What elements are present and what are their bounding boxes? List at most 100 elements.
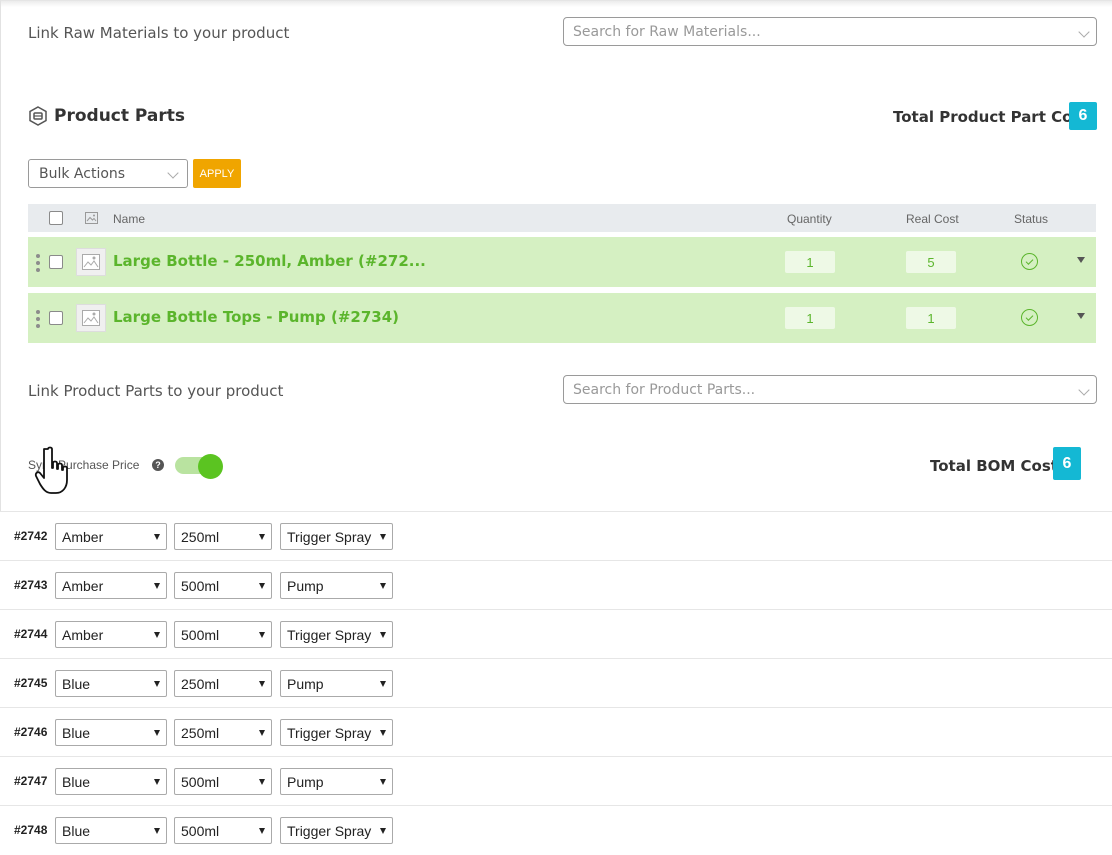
caret-down-icon[interactable] [1077, 313, 1085, 319]
size-select-value: 500ml [181, 578, 220, 594]
size-select-value: 250ml [181, 676, 220, 692]
variation-id: #2743 [14, 578, 48, 592]
top-select-value: Trigger Spray [287, 725, 372, 741]
select-all-checkbox[interactable] [49, 211, 63, 225]
column-quantity[interactable]: Quantity [787, 212, 832, 226]
product-parts-title: Product Parts [28, 106, 185, 126]
table-row[interactable]: Large Bottle Tops - Pump (#2734) 1 1 [28, 293, 1096, 343]
top-select[interactable]: Pump [280, 670, 393, 697]
check-circle-icon [1021, 253, 1038, 270]
size-select[interactable]: 250ml [174, 523, 272, 550]
caret-down-icon [154, 681, 160, 687]
variation-row: #2744 Amber 500ml Trigger Spray [0, 609, 1112, 659]
caret-down-icon [154, 779, 160, 785]
color-select[interactable]: Amber [55, 621, 167, 648]
top-select[interactable]: Pump [280, 768, 393, 795]
part-name-link[interactable]: Large Bottle Tops - Pump (#2734) [113, 308, 399, 326]
caret-down-icon [154, 534, 160, 540]
size-select[interactable]: 500ml [174, 817, 272, 844]
color-select[interactable]: Amber [55, 523, 167, 550]
bulk-actions-label: Bulk Actions [39, 166, 126, 182]
color-select[interactable]: Blue [55, 719, 167, 746]
chevron-down-icon [167, 167, 179, 179]
real-cost-field[interactable]: 5 [906, 251, 956, 273]
bulk-actions-select[interactable]: Bulk Actions [28, 159, 188, 188]
top-select[interactable]: Trigger Spray [280, 817, 393, 844]
top-select[interactable]: Pump [280, 572, 393, 599]
column-name[interactable]: Name [113, 212, 145, 226]
size-select-value: 250ml [181, 725, 220, 741]
top-select[interactable]: Trigger Spray [280, 621, 393, 648]
size-select[interactable]: 500ml [174, 621, 272, 648]
quantity-field[interactable]: 1 [785, 307, 835, 329]
product-parts-link-label: Link Product Parts to your product [28, 382, 284, 400]
caret-down-icon [154, 730, 160, 736]
total-bom-cost-badge: 6 [1053, 447, 1081, 480]
color-select-value: Amber [62, 529, 104, 545]
variation-id: #2747 [14, 774, 48, 788]
row-checkbox[interactable] [49, 311, 63, 325]
color-select-value: Blue [62, 725, 91, 741]
color-select[interactable]: Amber [55, 572, 167, 599]
real-cost-field[interactable]: 1 [906, 307, 956, 329]
table-row[interactable]: Large Bottle - 250ml, Amber (#272... 1 5 [28, 237, 1096, 287]
color-select[interactable]: Blue [55, 768, 167, 795]
top-select-value: Pump [287, 578, 324, 594]
variation-id: #2744 [14, 627, 48, 641]
size-select-value: 250ml [181, 529, 220, 545]
column-status[interactable]: Status [1014, 212, 1048, 226]
size-select[interactable]: 500ml [174, 572, 272, 599]
size-select[interactable]: 250ml [174, 670, 272, 697]
caret-down-icon[interactable] [1077, 257, 1085, 263]
column-real-cost[interactable]: Real Cost [906, 212, 959, 226]
hand-cursor-icon [34, 446, 68, 494]
raw-materials-search-placeholder: Search for Raw Materials... [573, 24, 761, 40]
product-parts-search-placeholder: Search for Product Parts... [573, 382, 756, 398]
part-name-link[interactable]: Large Bottle - 250ml, Amber (#272... [113, 252, 426, 270]
caret-down-icon [380, 779, 386, 785]
color-select-value: Blue [62, 676, 91, 692]
top-select-value: Trigger Spray [287, 529, 372, 545]
image-placeholder-icon [76, 304, 106, 332]
color-select-value: Blue [62, 774, 91, 790]
size-select[interactable]: 250ml [174, 719, 272, 746]
help-icon[interactable]: ? [152, 459, 164, 471]
top-select-value: Pump [287, 774, 324, 790]
raw-materials-search[interactable]: Search for Raw Materials... [563, 17, 1097, 46]
variation-row: #2746 Blue 250ml Trigger Spray [0, 707, 1112, 757]
color-select[interactable]: Blue [55, 817, 167, 844]
size-select[interactable]: 500ml [174, 768, 272, 795]
row-checkbox[interactable] [49, 255, 63, 269]
top-select[interactable]: Trigger Spray [280, 719, 393, 746]
top-select-value: Trigger Spray [287, 823, 372, 839]
caret-down-icon [259, 681, 265, 687]
drag-handle-icon[interactable] [36, 310, 40, 328]
size-select-value: 500ml [181, 774, 220, 790]
caret-down-icon [380, 681, 386, 687]
caret-down-icon [154, 583, 160, 589]
caret-down-icon [259, 534, 265, 540]
color-select-value: Amber [62, 627, 104, 643]
top-select[interactable]: Trigger Spray [280, 523, 393, 550]
caret-down-icon [259, 632, 265, 638]
color-select[interactable]: Blue [55, 670, 167, 697]
total-product-part-cost-label: Total Product Part Cost [893, 108, 1089, 126]
quantity-field[interactable]: 1 [785, 251, 835, 273]
caret-down-icon [380, 534, 386, 540]
image-placeholder-icon [76, 248, 106, 276]
product-parts-search[interactable]: Search for Product Parts... [563, 375, 1097, 404]
top-shadow [1, 1, 1112, 7]
sync-purchase-price-toggle[interactable] [175, 454, 223, 479]
apply-button[interactable]: APPLY [193, 159, 241, 188]
color-select-value: Blue [62, 823, 91, 839]
variation-id: #2742 [14, 529, 48, 543]
color-select-value: Amber [62, 578, 104, 594]
caret-down-icon [259, 583, 265, 589]
box-icon [29, 106, 47, 126]
parts-table-header: Name Quantity Real Cost Status [28, 204, 1096, 232]
total-bom-cost-label: Total BOM Cost [930, 457, 1058, 475]
caret-down-icon [380, 632, 386, 638]
variation-row: #2747 Blue 500ml Pump [0, 756, 1112, 806]
drag-handle-icon[interactable] [36, 254, 40, 272]
variation-row: #2743 Amber 500ml Pump [0, 560, 1112, 610]
